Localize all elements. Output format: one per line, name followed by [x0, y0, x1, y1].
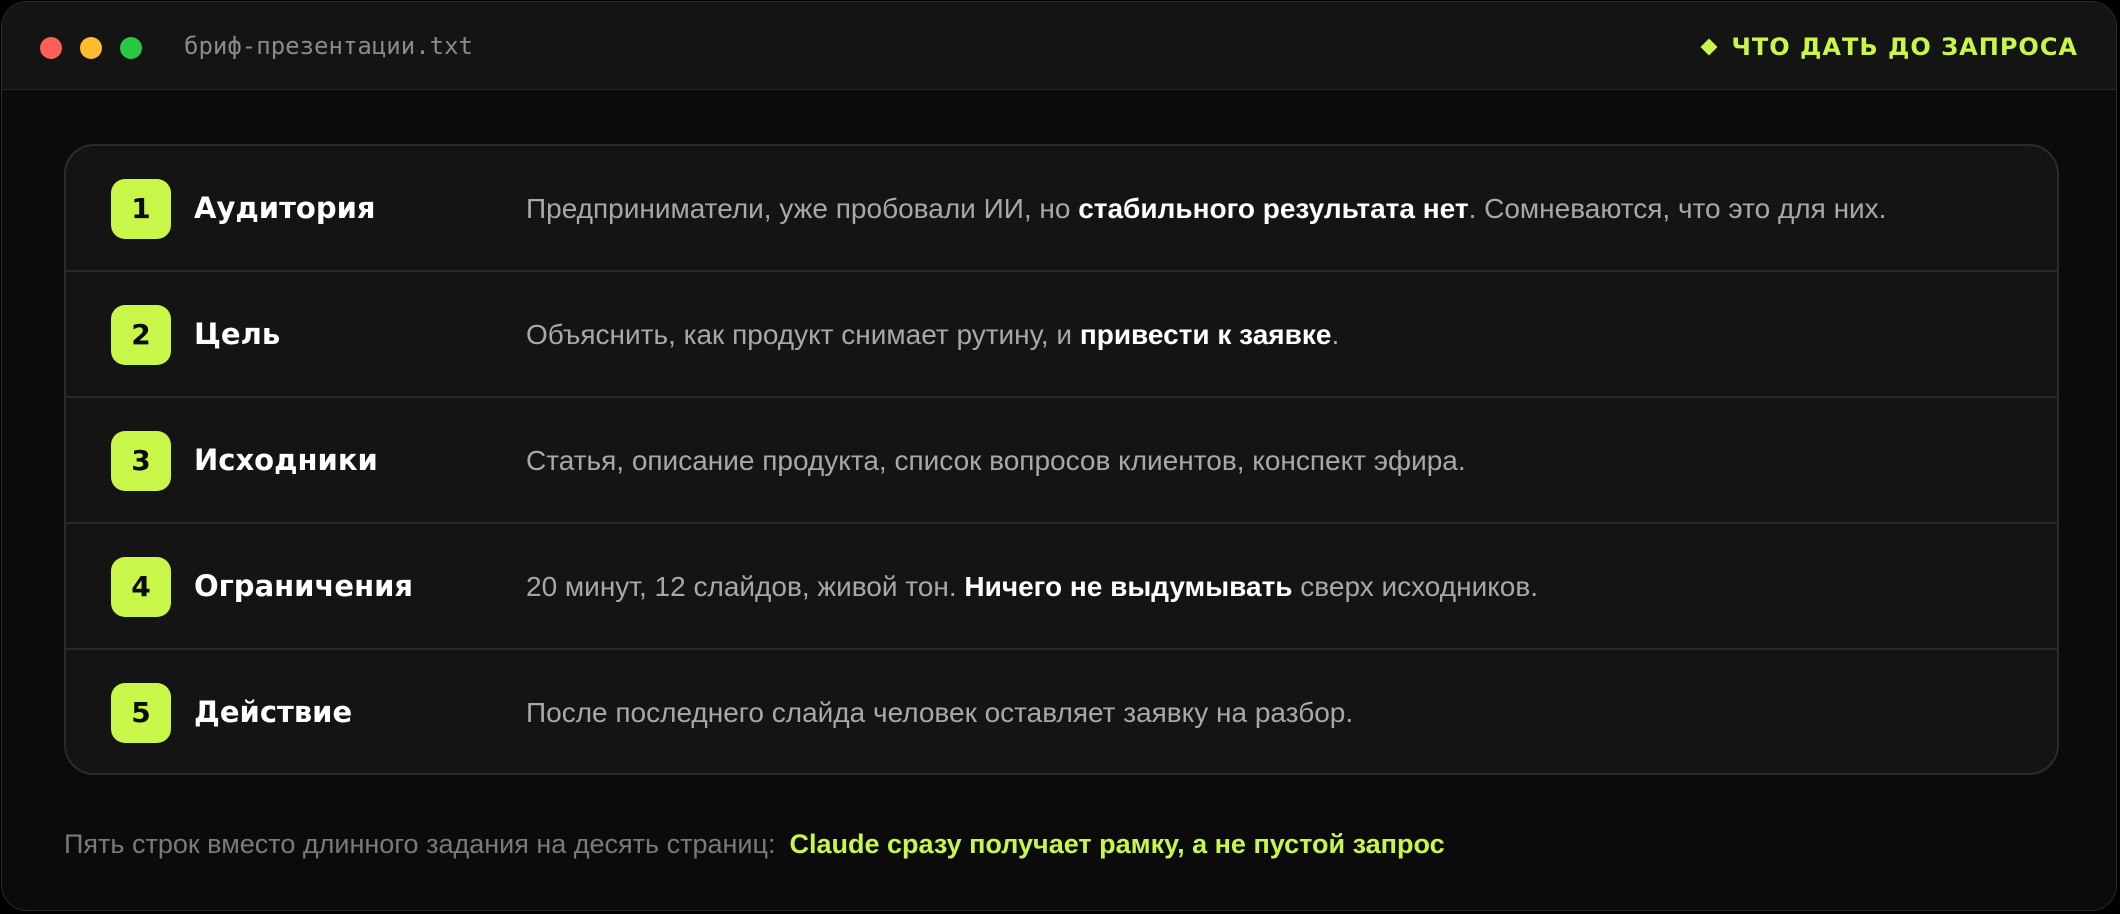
header-label: ЧТО ДАТЬ ДО ЗАПРОСА [1700, 27, 2078, 67]
row-description-tail: сверх исходников. [1292, 571, 1538, 602]
maximize-window-button[interactable] [120, 37, 142, 59]
brief-card: 1 Аудитория Предприниматели, уже пробова… [64, 144, 2059, 775]
row-number-badge: 2 [111, 305, 171, 365]
row-number-badge: 5 [111, 683, 171, 743]
row-description-text: 20 минут, 12 слайдов, живой тон. [526, 571, 965, 602]
row-description-text: Статья, описание продукта, список вопрос… [526, 445, 1466, 476]
row-description: Предприниматели, уже пробовали ИИ, но ст… [526, 188, 1886, 230]
row-description-text: Объяснить, как продукт снимает рутину, и [526, 319, 1080, 350]
brief-row-audience: 1 Аудитория Предприниматели, уже пробова… [66, 146, 2057, 272]
footer-note-highlight: Claude сразу получает рамку, а не пустой… [789, 829, 1445, 859]
close-window-button[interactable] [40, 37, 62, 59]
row-description-text: Предприниматели, уже пробовали ИИ, но [526, 193, 1079, 224]
row-description: Объяснить, как продукт снимает рутину, и… [526, 314, 1339, 356]
app-window: бриф-презентации.txt ЧТО ДАТЬ ДО ЗАПРОСА… [1, 1, 2117, 911]
row-number-badge: 1 [111, 179, 171, 239]
brief-row-sources: 3 Исходники Статья, описание продукта, с… [66, 398, 2057, 524]
file-name: бриф-презентации.txt [184, 32, 473, 60]
row-description-tail: . [1331, 319, 1340, 350]
title-bar: бриф-презентации.txt ЧТО ДАТЬ ДО ЗАПРОСА [2, 2, 2116, 90]
minimize-window-button[interactable] [80, 37, 102, 59]
row-description-emphasis: Ничего не выдумывать [964, 571, 1293, 602]
footer-note: Пять строк вместо длинного задания на де… [64, 824, 1445, 864]
row-description: Статья, описание продукта, список вопрос… [526, 440, 1466, 482]
row-number-badge: 4 [111, 557, 171, 617]
row-description-text: После последнего слайда человек оставляе… [526, 697, 1354, 728]
row-label: Цель [194, 317, 281, 351]
brief-row-goal: 2 Цель Объяснить, как продукт снимает ру… [66, 272, 2057, 398]
footer-note-text: Пять строк вместо длинного задания на де… [64, 829, 776, 859]
row-label: Исходники [194, 443, 378, 477]
row-label: Аудитория [194, 191, 376, 225]
brief-row-action: 5 Действие После последнего слайда челов… [66, 650, 2057, 773]
diamond-icon [1700, 38, 1718, 56]
row-label: Ограничения [194, 569, 414, 603]
row-number-badge: 3 [111, 431, 171, 491]
row-label: Действие [194, 695, 353, 729]
header-label-text: ЧТО ДАТЬ ДО ЗАПРОСА [1731, 33, 2078, 61]
brief-row-constraints: 4 Ограничения 20 минут, 12 слайдов, живо… [66, 524, 2057, 650]
row-description-tail: . Сомневаются, что это для них. [1468, 193, 1887, 224]
row-description: 20 минут, 12 слайдов, живой тон. Ничего … [526, 566, 1538, 608]
row-description: После последнего слайда человек оставляе… [526, 692, 1353, 734]
row-description-emphasis: привести к заявке [1079, 319, 1332, 350]
row-description-emphasis: стабильного результата нет [1078, 193, 1469, 224]
